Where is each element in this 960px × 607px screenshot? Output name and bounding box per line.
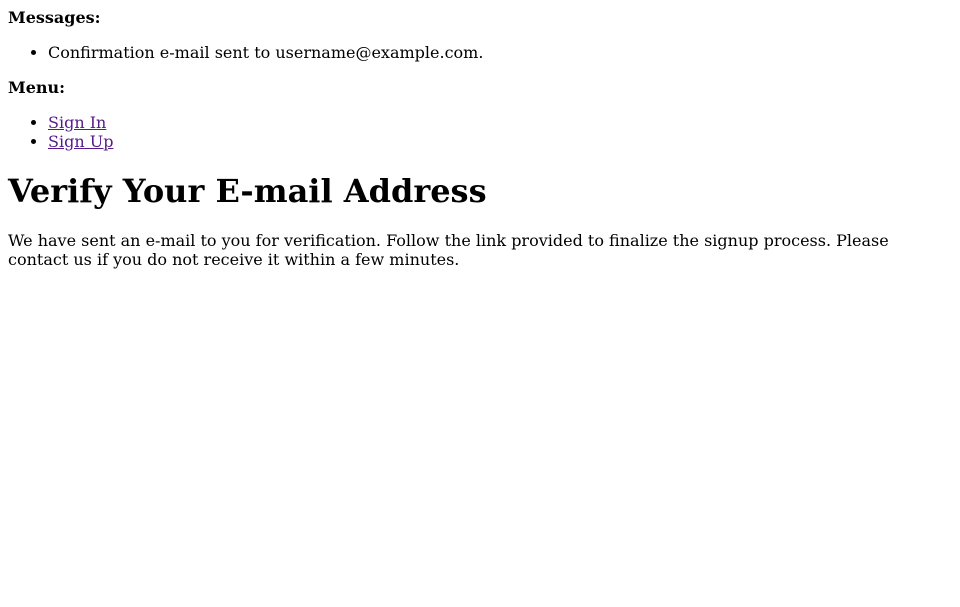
messages-list: Confirmation e-mail sent to username@exa… <box>8 43 952 62</box>
signin-link[interactable]: Sign In <box>48 113 106 132</box>
menu-item-signin: Sign In <box>48 113 952 132</box>
message-item: Confirmation e-mail sent to username@exa… <box>48 43 952 62</box>
menu-list: Sign In Sign Up <box>8 113 952 151</box>
menu-item-signup: Sign Up <box>48 132 952 151</box>
menu-label: Menu: <box>8 78 65 97</box>
signup-link[interactable]: Sign Up <box>48 132 113 151</box>
verification-instructions: We have sent an e-mail to you for verifi… <box>8 231 952 269</box>
page-heading: Verify Your E-mail Address <box>8 172 952 210</box>
messages-label: Messages: <box>8 8 101 27</box>
